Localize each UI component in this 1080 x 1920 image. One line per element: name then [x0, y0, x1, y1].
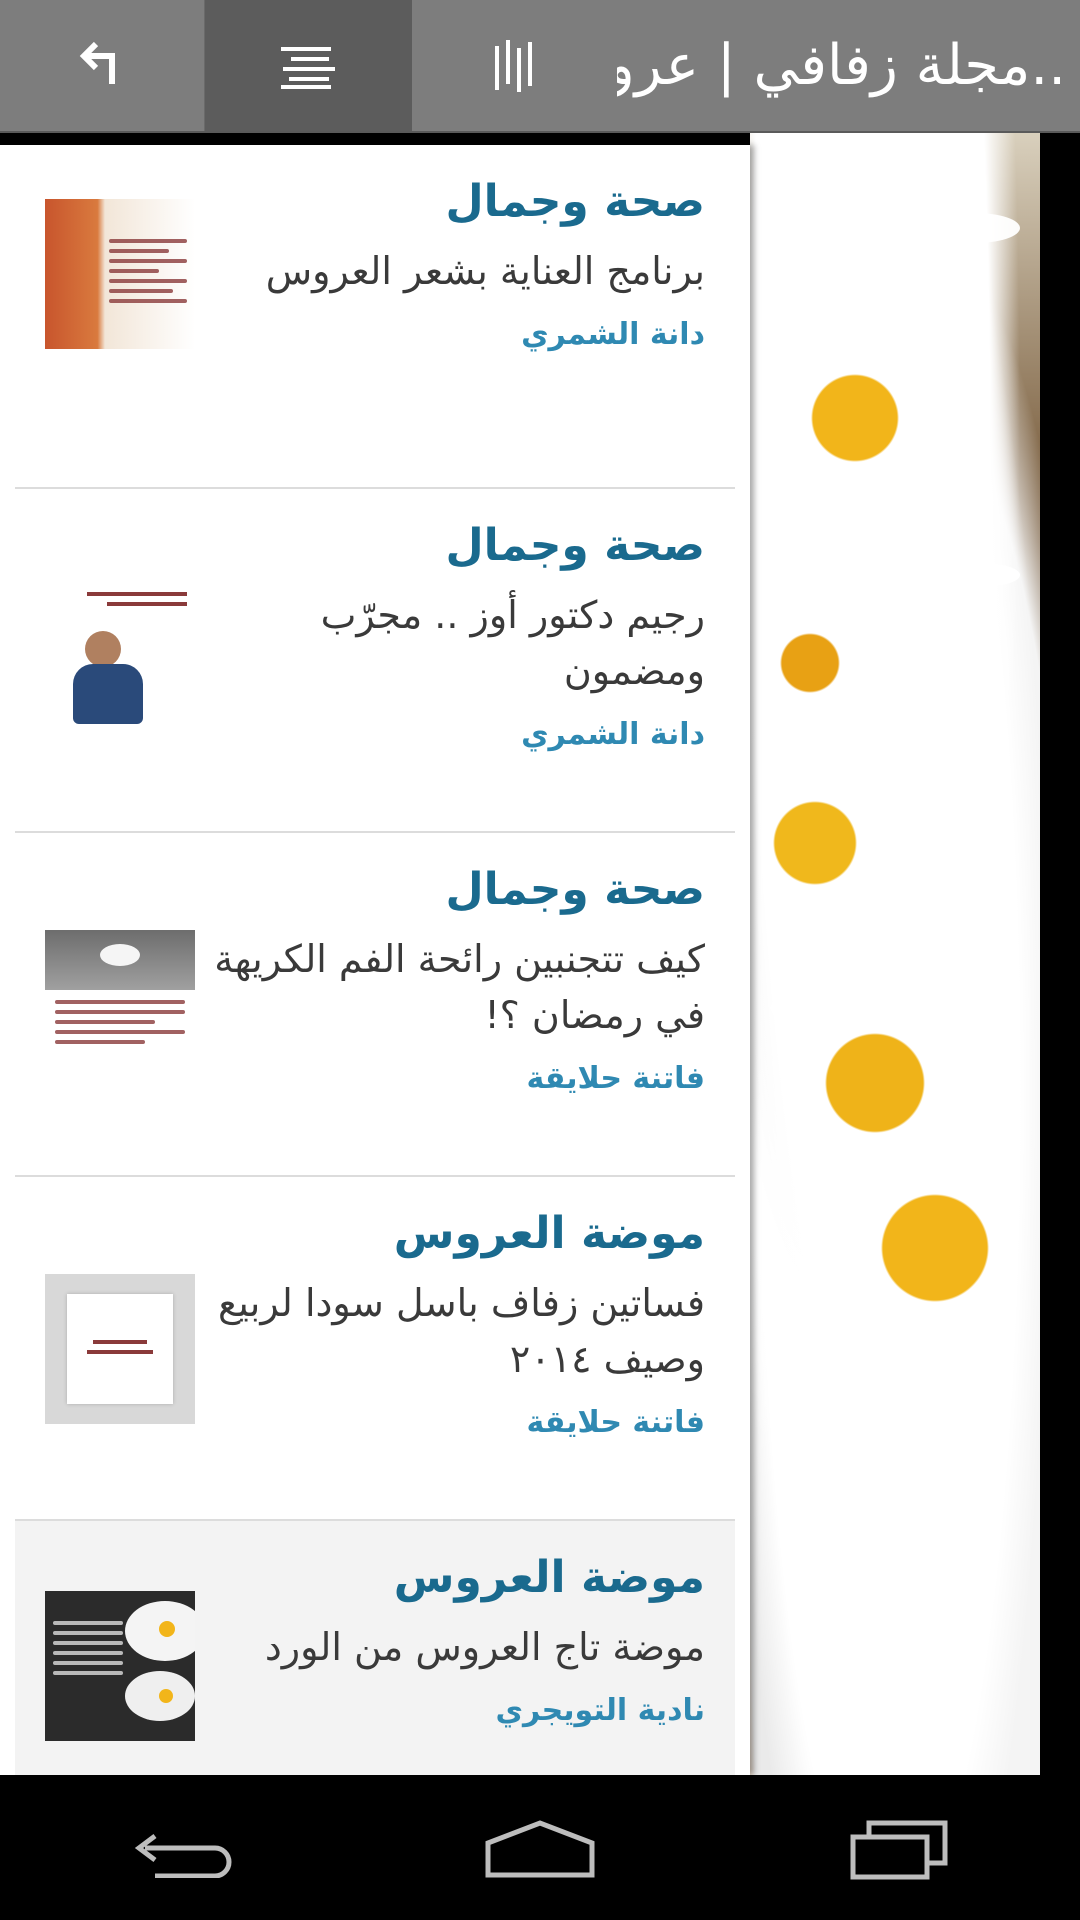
article-title: رجيم دكتور أوز .. مجرّب ومضمون: [320, 593, 705, 693]
article-title: موضة تاج العروس من الورد: [264, 1625, 705, 1669]
home-icon: [485, 1819, 595, 1877]
nav-home-button[interactable]: [465, 1798, 615, 1898]
screen-edge: [1040, 133, 1080, 1775]
article-item[interactable]: صحة وجمال برنامج العناية بشعر العروس دان…: [15, 145, 735, 489]
article-item[interactable]: موضة العروس موضة تاج العروس من الورد ناد…: [15, 1521, 735, 1775]
article-author[interactable]: دانة الشمري: [205, 713, 705, 757]
columns-icon: [494, 39, 532, 92]
article-thumbnail: [45, 586, 195, 736]
article-author[interactable]: دانة الشمري: [205, 313, 705, 357]
article-item[interactable]: صحة وجمال كيف تتجنبين رائحة الفم الكريهة…: [15, 833, 735, 1177]
recent-apps-icon: [850, 1820, 948, 1879]
article-author[interactable]: فاتنة حلايقة: [205, 1401, 705, 1445]
article-category: صحة وجمال: [445, 864, 706, 915]
article-list: صحة وجمال برنامج العناية بشعر العروس دان…: [0, 145, 750, 1775]
article-category: صحة وجمال: [445, 176, 706, 227]
back-icon: [134, 1833, 232, 1878]
article-thumbnail: [45, 1274, 195, 1424]
article-category: صحة وجمال: [445, 520, 706, 571]
article-item[interactable]: صحة وجمال رجيم دكتور أوز .. مجرّب ومضمون…: [15, 489, 735, 833]
background-daisy-photo: [750, 133, 1040, 1775]
nav-recents-button[interactable]: [825, 1798, 975, 1898]
article-author[interactable]: فاتنة حلايقة: [205, 1057, 705, 1101]
article-thumbnail: [45, 1591, 195, 1741]
back-button[interactable]: [0, 0, 205, 131]
article-thumbnail: [45, 930, 195, 1080]
article-title: كيف تتجنبين رائحة الفم الكريهة في رمضان …: [214, 937, 705, 1037]
article-title: برنامج العناية بشعر العروس: [265, 249, 705, 293]
article-category: موضة العروس: [393, 1208, 705, 1259]
system-nav-bar: [0, 1775, 1080, 1920]
columns-view-button[interactable]: [412, 0, 617, 131]
nav-back-button[interactable]: [105, 1798, 255, 1898]
back-arrow-icon: [79, 41, 115, 84]
article-category: موضة العروس: [393, 1552, 705, 1603]
action-bar: مجلة زفافي | عرو..: [0, 0, 1080, 133]
list-lines-icon: [280, 46, 335, 89]
article-item[interactable]: موضة العروس فساتين زفاف باسل سودا لربيع …: [15, 1177, 735, 1521]
list-view-button[interactable]: [205, 0, 412, 131]
article-author[interactable]: نادية التويجري: [205, 1689, 705, 1733]
article-thumbnail: [45, 199, 195, 349]
app-title: مجلة زفافي | عرو..: [617, 33, 1066, 98]
article-title: فساتين زفاف باسل سودا لربيع وصيف ٢٠١٤: [218, 1281, 705, 1381]
